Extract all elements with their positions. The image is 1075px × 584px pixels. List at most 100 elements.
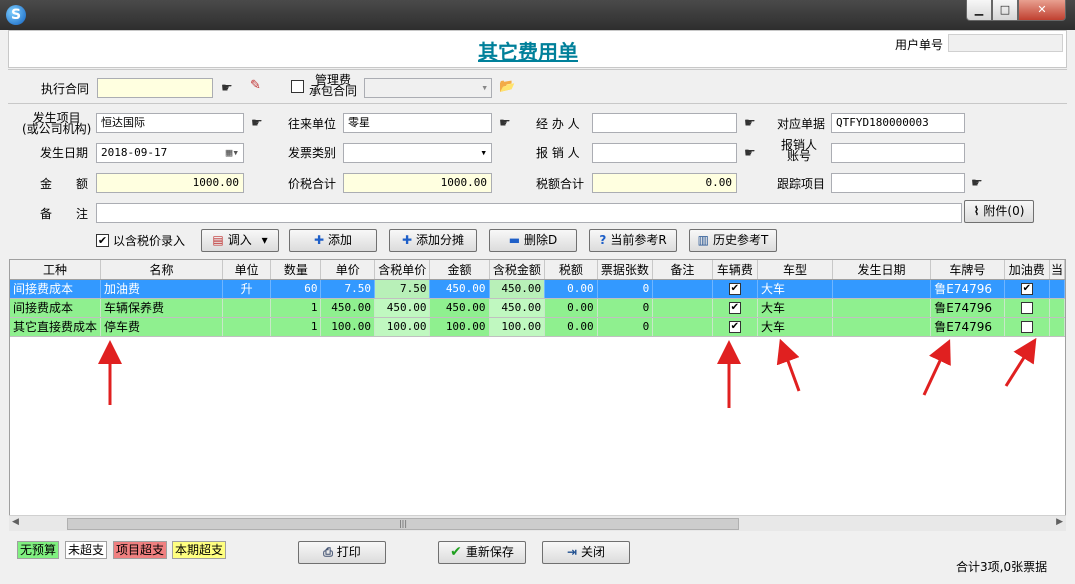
col-header[interactable]: 税额 <box>544 260 598 280</box>
vehicle-fee-checkbox[interactable]: ✔ <box>728 302 741 314</box>
include-tax-checkbox[interactable]: ✔ <box>96 234 109 247</box>
cell-tax[interactable]: 0.00 <box>544 298 598 318</box>
user-no-input[interactable] <box>948 34 1063 52</box>
cell-tickets[interactable]: 0 <box>597 317 654 337</box>
col-header[interactable]: 单位 <box>222 260 272 280</box>
fuel-fee-checkbox[interactable]: ✔ <box>1020 283 1033 295</box>
cell-tax[interactable]: 0.00 <box>544 317 598 337</box>
delete-button[interactable]: ▬ 删除D <box>489 229 577 252</box>
pick-hand-icon[interactable]: ☛ <box>221 82 239 95</box>
cell-vehicle-fee[interactable]: ✔ <box>712 317 759 337</box>
cell-extra[interactable] <box>1049 317 1065 337</box>
table-row[interactable]: 间接费成本 加油费 升 60 7.50 7.50 450.00 450.00 0… <box>10 279 1065 299</box>
pick-handler-hand-icon[interactable]: ☛ <box>744 117 762 130</box>
attachment-button[interactable]: ⌇ 附件(0) <box>964 200 1034 223</box>
table-row[interactable]: 其它直接费成本 停车费 1 100.00 100.00 100.00 100.0… <box>10 317 1065 337</box>
cell-name[interactable]: 停车费 <box>100 317 223 337</box>
cell-qty[interactable]: 60 <box>270 279 322 299</box>
cell-amount[interactable]: 100.00 <box>429 317 490 337</box>
cell-tax[interactable]: 0.00 <box>544 279 598 299</box>
date-picker[interactable]: 2018-09-17 ▦▾ <box>96 143 244 163</box>
cell-amount[interactable]: 450.00 <box>429 279 490 299</box>
cell-car-type[interactable]: 大车 <box>757 279 833 299</box>
cell-tax-amount[interactable]: 450.00 <box>489 298 546 318</box>
cell-tax-price[interactable]: 450.00 <box>374 298 431 318</box>
col-header[interactable]: 单价 <box>320 260 375 280</box>
item-input[interactable]: 恒达国际 <box>96 113 244 133</box>
minimize-button[interactable]: ▁ <box>966 0 992 21</box>
vehicle-fee-checkbox[interactable]: ✔ <box>728 283 741 295</box>
cell-tax-amount[interactable]: 100.00 <box>489 317 546 337</box>
cell-unit[interactable]: 升 <box>222 279 272 299</box>
cell-vehicle-fee[interactable]: ✔ <box>712 298 759 318</box>
col-header[interactable]: 车牌号 <box>930 260 1005 280</box>
clear-brush-icon[interactable]: ✎ <box>250 79 268 92</box>
col-header[interactable]: 含税金额 <box>489 260 546 280</box>
col-header[interactable]: 车辆费 <box>712 260 759 280</box>
cell-tickets[interactable]: 0 <box>597 298 654 318</box>
cell-unit[interactable] <box>222 317 272 337</box>
history-ref-button[interactable]: ▥ 历史参考T <box>689 229 777 252</box>
cell-date[interactable] <box>832 279 932 299</box>
close-window-button[interactable]: ✕ <box>1018 0 1066 21</box>
col-header[interactable]: 车型 <box>757 260 833 280</box>
cell-price[interactable]: 450.00 <box>320 298 375 318</box>
col-header[interactable]: 含税单价 <box>374 260 431 280</box>
col-header[interactable]: 名称 <box>100 260 223 280</box>
amount-input[interactable]: 1000.00 <box>96 173 244 193</box>
folder-icon[interactable]: 📂 <box>499 80 517 93</box>
cell-remark[interactable] <box>652 279 713 299</box>
col-header[interactable]: 备注 <box>652 260 713 280</box>
pick-track-hand-icon[interactable]: ☛ <box>971 177 989 190</box>
track-input[interactable] <box>831 173 965 193</box>
cell-fuel-fee[interactable] <box>1004 298 1050 318</box>
col-header[interactable]: 加油费 <box>1004 260 1050 280</box>
remark-input[interactable] <box>96 203 962 223</box>
col-header[interactable]: 工种 <box>10 260 102 280</box>
scrollbar-thumb[interactable]: ||| <box>67 518 739 530</box>
cell-tax-price[interactable]: 7.50 <box>374 279 431 299</box>
vehicle-fee-checkbox[interactable]: ✔ <box>728 321 741 333</box>
invoice-type-select[interactable]: ▾ <box>343 143 492 163</box>
cell-type[interactable]: 间接费成本 <box>10 279 102 299</box>
col-header[interactable]: 票据张数 <box>597 260 654 280</box>
close-button[interactable]: ⇥ 关闭 <box>542 541 630 564</box>
ref-doc-input[interactable]: QTFYD180000003 <box>831 113 965 133</box>
add-button[interactable]: ✚ 添加 <box>289 229 377 252</box>
scroll-right-icon[interactable]: ▶ <box>1056 517 1063 527</box>
fuel-fee-checkbox[interactable] <box>1020 321 1033 333</box>
resave-button[interactable]: ✔ 重新保存 <box>438 541 526 564</box>
cell-tickets[interactable]: 0 <box>597 279 654 299</box>
pick-partner-hand-icon[interactable]: ☛ <box>499 117 517 130</box>
add-split-button[interactable]: ✚ 添加分摊 <box>389 229 477 252</box>
cell-type[interactable]: 间接费成本 <box>10 298 102 318</box>
import-button[interactable]: ▤ 调入 ▾ <box>201 229 279 252</box>
cell-type[interactable]: 其它直接费成本 <box>10 317 102 337</box>
col-header[interactable]: 当 <box>1049 260 1065 280</box>
cell-plate[interactable]: 鲁E74796 <box>930 298 1005 318</box>
reimb-account-input[interactable] <box>831 143 965 163</box>
cell-date[interactable] <box>832 317 932 337</box>
reimburser-input[interactable] <box>592 143 737 163</box>
table-row[interactable]: 间接费成本 车辆保养费 1 450.00 450.00 450.00 450.0… <box>10 298 1065 318</box>
pick-item-hand-icon[interactable]: ☛ <box>251 117 269 130</box>
fuel-fee-checkbox[interactable] <box>1020 302 1033 314</box>
calendar-icon[interactable]: ▦▾ <box>226 144 239 162</box>
cell-tax-price[interactable]: 100.00 <box>374 317 431 337</box>
cell-extra[interactable] <box>1049 298 1065 318</box>
col-header[interactable]: 发生日期 <box>832 260 932 280</box>
cell-price[interactable]: 7.50 <box>320 279 375 299</box>
current-ref-button[interactable]: ? 当前参考R <box>589 229 677 252</box>
cell-name[interactable]: 加油费 <box>100 279 223 299</box>
partner-input[interactable]: 零星 <box>343 113 492 133</box>
col-header[interactable]: 金额 <box>429 260 490 280</box>
cell-name[interactable]: 车辆保养费 <box>100 298 223 318</box>
cell-remark[interactable] <box>652 298 713 318</box>
contract-input[interactable] <box>97 78 213 98</box>
contract-select[interactable]: ▾ <box>364 78 492 98</box>
cell-date[interactable] <box>832 298 932 318</box>
cell-tax-amount[interactable]: 450.00 <box>489 279 546 299</box>
handler-input[interactable] <box>592 113 737 133</box>
total-tax-input[interactable]: 1000.00 <box>343 173 492 193</box>
scroll-left-icon[interactable]: ◀ <box>12 517 19 527</box>
